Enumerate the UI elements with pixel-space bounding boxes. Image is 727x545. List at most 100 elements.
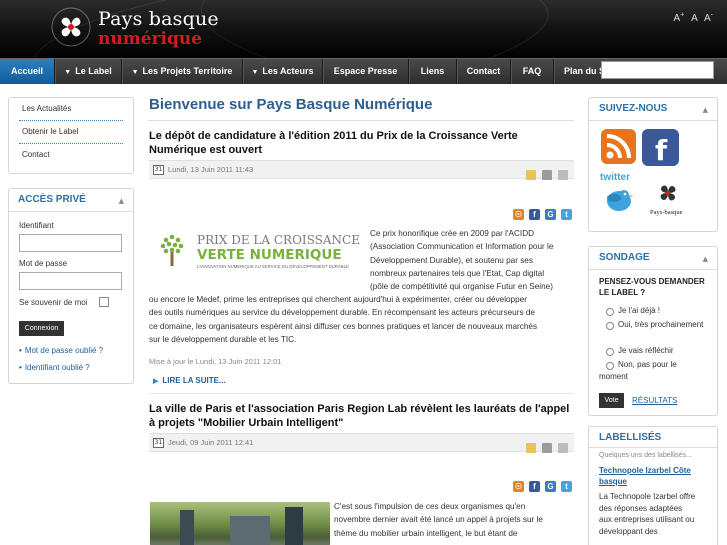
- article-text-line: Développement Durable), et soutenu par s…: [370, 255, 533, 265]
- poll-option-label[interactable]: Oui, très prochainement: [599, 319, 704, 331]
- left-menu-box: Les Actualités Obtenir le Label Contact: [8, 97, 134, 174]
- poll-option-label[interactable]: Je l'ai déjà !: [618, 305, 660, 317]
- chevron-down-icon: ▼: [251, 69, 259, 76]
- rss-share-icon[interactable]: ☉: [513, 481, 524, 492]
- collapse-caret-icon[interactable]: ▲: [703, 106, 708, 114]
- bullet-icon: •: [19, 346, 22, 355]
- article-meta-bar: 31 Lundi, 13 Juin 2011 11:43: [149, 160, 574, 180]
- remember-checkbox[interactable]: [99, 297, 109, 307]
- article-intro: C'est sous l'impulsion de ces deux organ…: [334, 500, 574, 540]
- search-input[interactable]: [601, 61, 714, 79]
- google-share-icon[interactable]: G: [545, 481, 556, 492]
- article-text-line: ou encore le Medef, prime les entreprise…: [149, 295, 527, 304]
- labelled-title: LABELLISÉS: [599, 432, 662, 443]
- poll-option-label[interactable]: Je vais réfléchir: [618, 345, 674, 357]
- labelled-box: LABELLISÉS Quelques uns des labellisés..…: [588, 426, 718, 545]
- poll-results-link[interactable]: RÉSULTATS: [632, 396, 677, 405]
- menu-item-actualites[interactable]: Les Actualités: [22, 104, 71, 113]
- photo-element: [230, 516, 270, 545]
- login-button[interactable]: Connexion: [19, 321, 64, 336]
- prix-croissance-verte-image: PRIX DE LA CROISSANCE VERTE NUMERIQUE L'…: [160, 233, 360, 269]
- nav-label: Accueil: [10, 66, 43, 76]
- article-modified: Mise à jour le Lundi, 13 Juin 2011 12:01: [149, 357, 282, 366]
- nav-item-les-acteurs[interactable]: ▼ Les Acteurs: [243, 59, 323, 84]
- page: Pays basque numérique A+ A A- Accueil ▼ L…: [0, 0, 727, 545]
- nav-label: Contact: [466, 66, 501, 76]
- email-icon[interactable]: [558, 170, 568, 180]
- prix-line1: PRIX DE LA CROISSANCE: [197, 233, 360, 247]
- font-reset-button[interactable]: A: [691, 13, 697, 24]
- private-access-box: ACCÈS PRIVÉ ▲ Identifiant Mot de passe S…: [8, 188, 134, 384]
- rss-feed-icon[interactable]: [601, 129, 636, 164]
- nav-item-accueil[interactable]: Accueil: [0, 59, 55, 84]
- edit-icon[interactable]: [526, 443, 536, 453]
- labelled-text-line: La Technopole Izarbel offre: [599, 492, 696, 501]
- read-more-link[interactable]: ▶ LIRE LA SUITE...: [153, 376, 226, 385]
- calendar-icon: 31: [153, 438, 164, 448]
- poll-radio-option-1[interactable]: [606, 308, 614, 316]
- follow-title: SUIVEZ-NOUS: [599, 103, 668, 114]
- article-text-line: C'est sous l'impulsion de ces deux organ…: [334, 502, 526, 511]
- menu-item-contact[interactable]: Contact: [22, 150, 50, 159]
- collapse-caret-icon[interactable]: ▲: [119, 197, 124, 205]
- facebook-share-icon[interactable]: f: [529, 209, 540, 220]
- logo-lauburu-icon[interactable]: [50, 6, 92, 48]
- nav-label: Espace Presse: [333, 66, 398, 76]
- twitter-bird-icon[interactable]: [603, 185, 635, 215]
- poll-radio-option-3[interactable]: [606, 348, 614, 356]
- nav-item-le-label[interactable]: ▼ Le Label: [55, 59, 122, 84]
- menu-item-obtenir-label[interactable]: Obtenir le Label: [22, 127, 78, 136]
- labelled-company-link[interactable]: Technopole Izarbel Côte basque: [599, 465, 714, 487]
- calendar-icon: 31: [153, 165, 164, 175]
- font-increase-button[interactable]: A+: [674, 12, 685, 24]
- main-content: Bienvenue sur Pays Basque Numérique Le d…: [148, 90, 576, 545]
- logo-title[interactable]: Pays basque: [98, 8, 219, 30]
- article-title[interactable]: Le dépôt de candidature à l'édition 2011…: [149, 129, 574, 157]
- article-text-line: ce domaine, les organisateurs espèrent a…: [149, 321, 538, 331]
- edit-icon[interactable]: [526, 170, 536, 180]
- labelled-text-line: développant des: [599, 526, 658, 536]
- print-icon[interactable]: [542, 170, 552, 180]
- twitter-share-icon[interactable]: t: [561, 209, 572, 220]
- nav-item-projets-territoire[interactable]: ▼ Les Projets Territoire: [122, 59, 243, 84]
- facebook-icon[interactable]: f: [642, 129, 679, 166]
- labelled-text-line: aux entreprises utilisant ou: [599, 515, 695, 524]
- logo-subtitle[interactable]: numérique: [98, 29, 202, 49]
- article-title[interactable]: La ville de Paris et l'association Paris…: [149, 402, 574, 430]
- prix-line2: VERTE NUMERIQUE: [197, 247, 342, 263]
- twitter-share-icon[interactable]: t: [561, 481, 572, 492]
- article-tools: [520, 165, 568, 184]
- font-size-controls: A+ A A-: [670, 12, 713, 24]
- poll-title: SONDAGE: [599, 252, 650, 263]
- chevron-down-icon: ▼: [64, 69, 72, 76]
- password-field[interactable]: [19, 272, 122, 290]
- article-text-line: novembre dernier avait été lancé un appe…: [334, 515, 543, 525]
- box-divider: [589, 120, 717, 121]
- read-more-label: LIRE LA SUITE...: [162, 376, 226, 385]
- nav-item-espace-presse[interactable]: Espace Presse: [323, 59, 409, 84]
- facebook-share-icon[interactable]: f: [529, 481, 540, 492]
- nav-item-contact[interactable]: Contact: [457, 59, 511, 84]
- article-intro: Ce prix honorifique crée en 2009 par l'A…: [370, 227, 575, 293]
- twitter-wordmark[interactable]: twitter: [600, 172, 630, 183]
- print-icon[interactable]: [542, 443, 552, 453]
- nav-item-faq[interactable]: FAQ: [511, 59, 554, 84]
- rss-share-icon[interactable]: ☉: [513, 209, 524, 220]
- collapse-caret-icon[interactable]: ▲: [703, 255, 708, 263]
- vote-button[interactable]: Vote: [599, 393, 624, 408]
- forgot-password-link[interactable]: • Mot de passe oublié ?: [19, 346, 103, 355]
- page-title: Bienvenue sur Pays Basque Numérique: [149, 96, 433, 113]
- menu-divider: [19, 120, 123, 121]
- photo-element: [180, 510, 194, 545]
- nav-label: Les Acteurs: [262, 66, 314, 76]
- poll-question: PENSEZ-VOUS DEMANDER LE LABEL ?: [599, 277, 705, 297]
- nav-item-liens[interactable]: Liens: [409, 59, 457, 84]
- bullet-icon: •: [19, 363, 22, 372]
- google-share-icon[interactable]: G: [545, 209, 556, 220]
- font-decrease-button[interactable]: A-: [704, 12, 713, 24]
- poll-option-label[interactable]: Non, pas pour le moment: [599, 359, 704, 383]
- username-field[interactable]: [19, 234, 122, 252]
- pays-basque-numerique-icon[interactable]: [655, 180, 681, 206]
- forgot-username-link[interactable]: • Identifiant oublié ?: [19, 363, 90, 372]
- email-icon[interactable]: [558, 443, 568, 453]
